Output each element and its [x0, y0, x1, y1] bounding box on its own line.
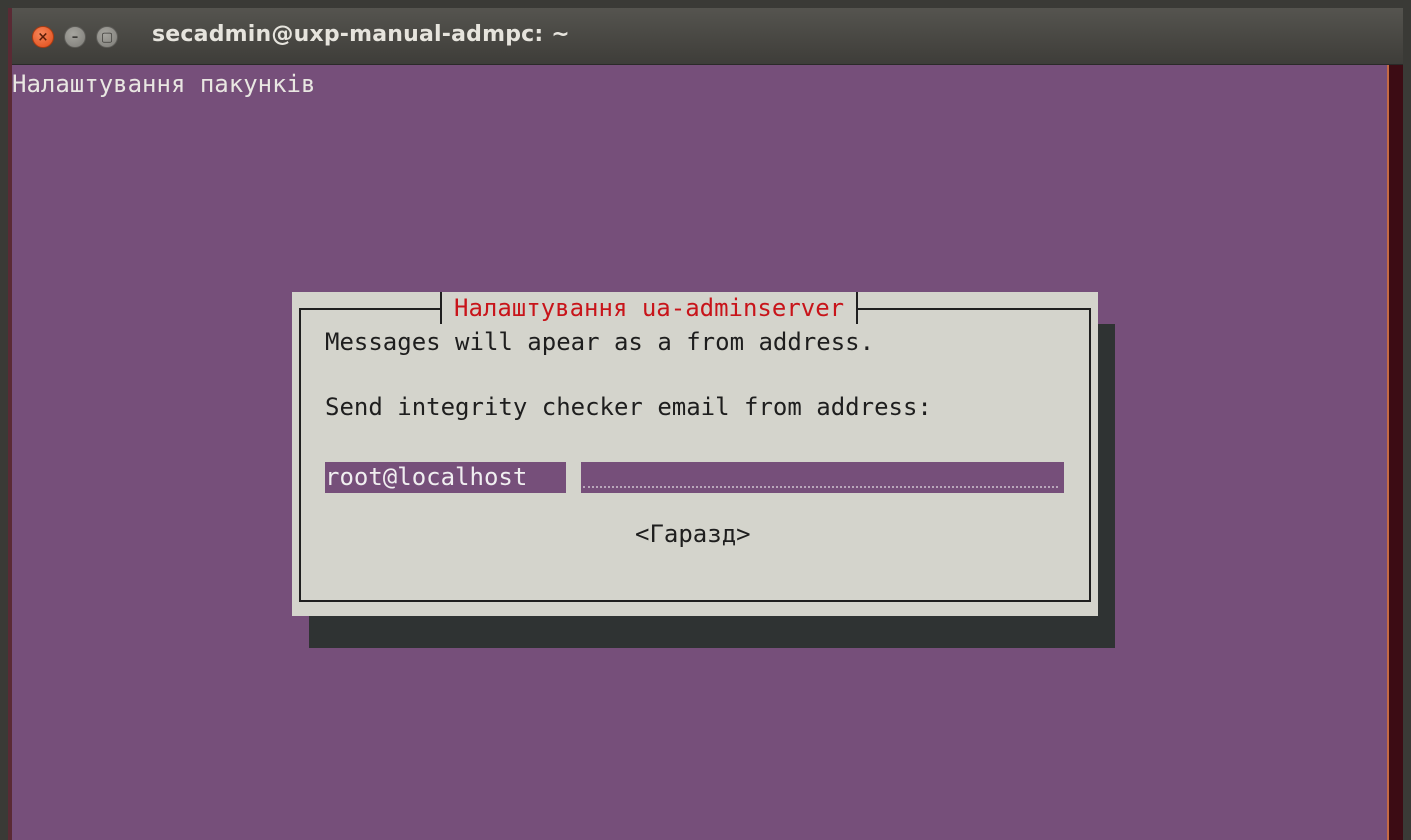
dialog-prompt: Send integrity checker email from addres… [325, 393, 932, 421]
input-fill [583, 486, 1058, 488]
terminal-window: × – ▢ secadmin@uxp-manual-admpc: ~ Налаш… [8, 8, 1403, 840]
text-cursor [566, 462, 581, 493]
input-value: root@localhost [325, 463, 528, 491]
terminal-heading: Налаштування пакунків [12, 70, 316, 98]
title-bar[interactable]: × – ▢ secadmin@uxp-manual-admpc: ~ [12, 8, 1403, 65]
scrollbar[interactable] [1387, 65, 1403, 840]
minimize-icon[interactable]: – [64, 26, 86, 48]
close-icon[interactable]: × [32, 26, 54, 48]
config-dialog: Налаштування ua-adminserver Messages wil… [292, 292, 1098, 616]
dialog-title: Налаштування ua-adminserver [440, 292, 859, 324]
from-address-input[interactable]: root@localhost [325, 462, 1064, 493]
window-title: secadmin@uxp-manual-admpc: ~ [152, 22, 570, 47]
maximize-icon[interactable]: ▢ [96, 26, 118, 48]
dialog-message: Messages will apear as a from address. [325, 328, 875, 356]
ok-button[interactable]: <Гаразд> [635, 520, 751, 548]
